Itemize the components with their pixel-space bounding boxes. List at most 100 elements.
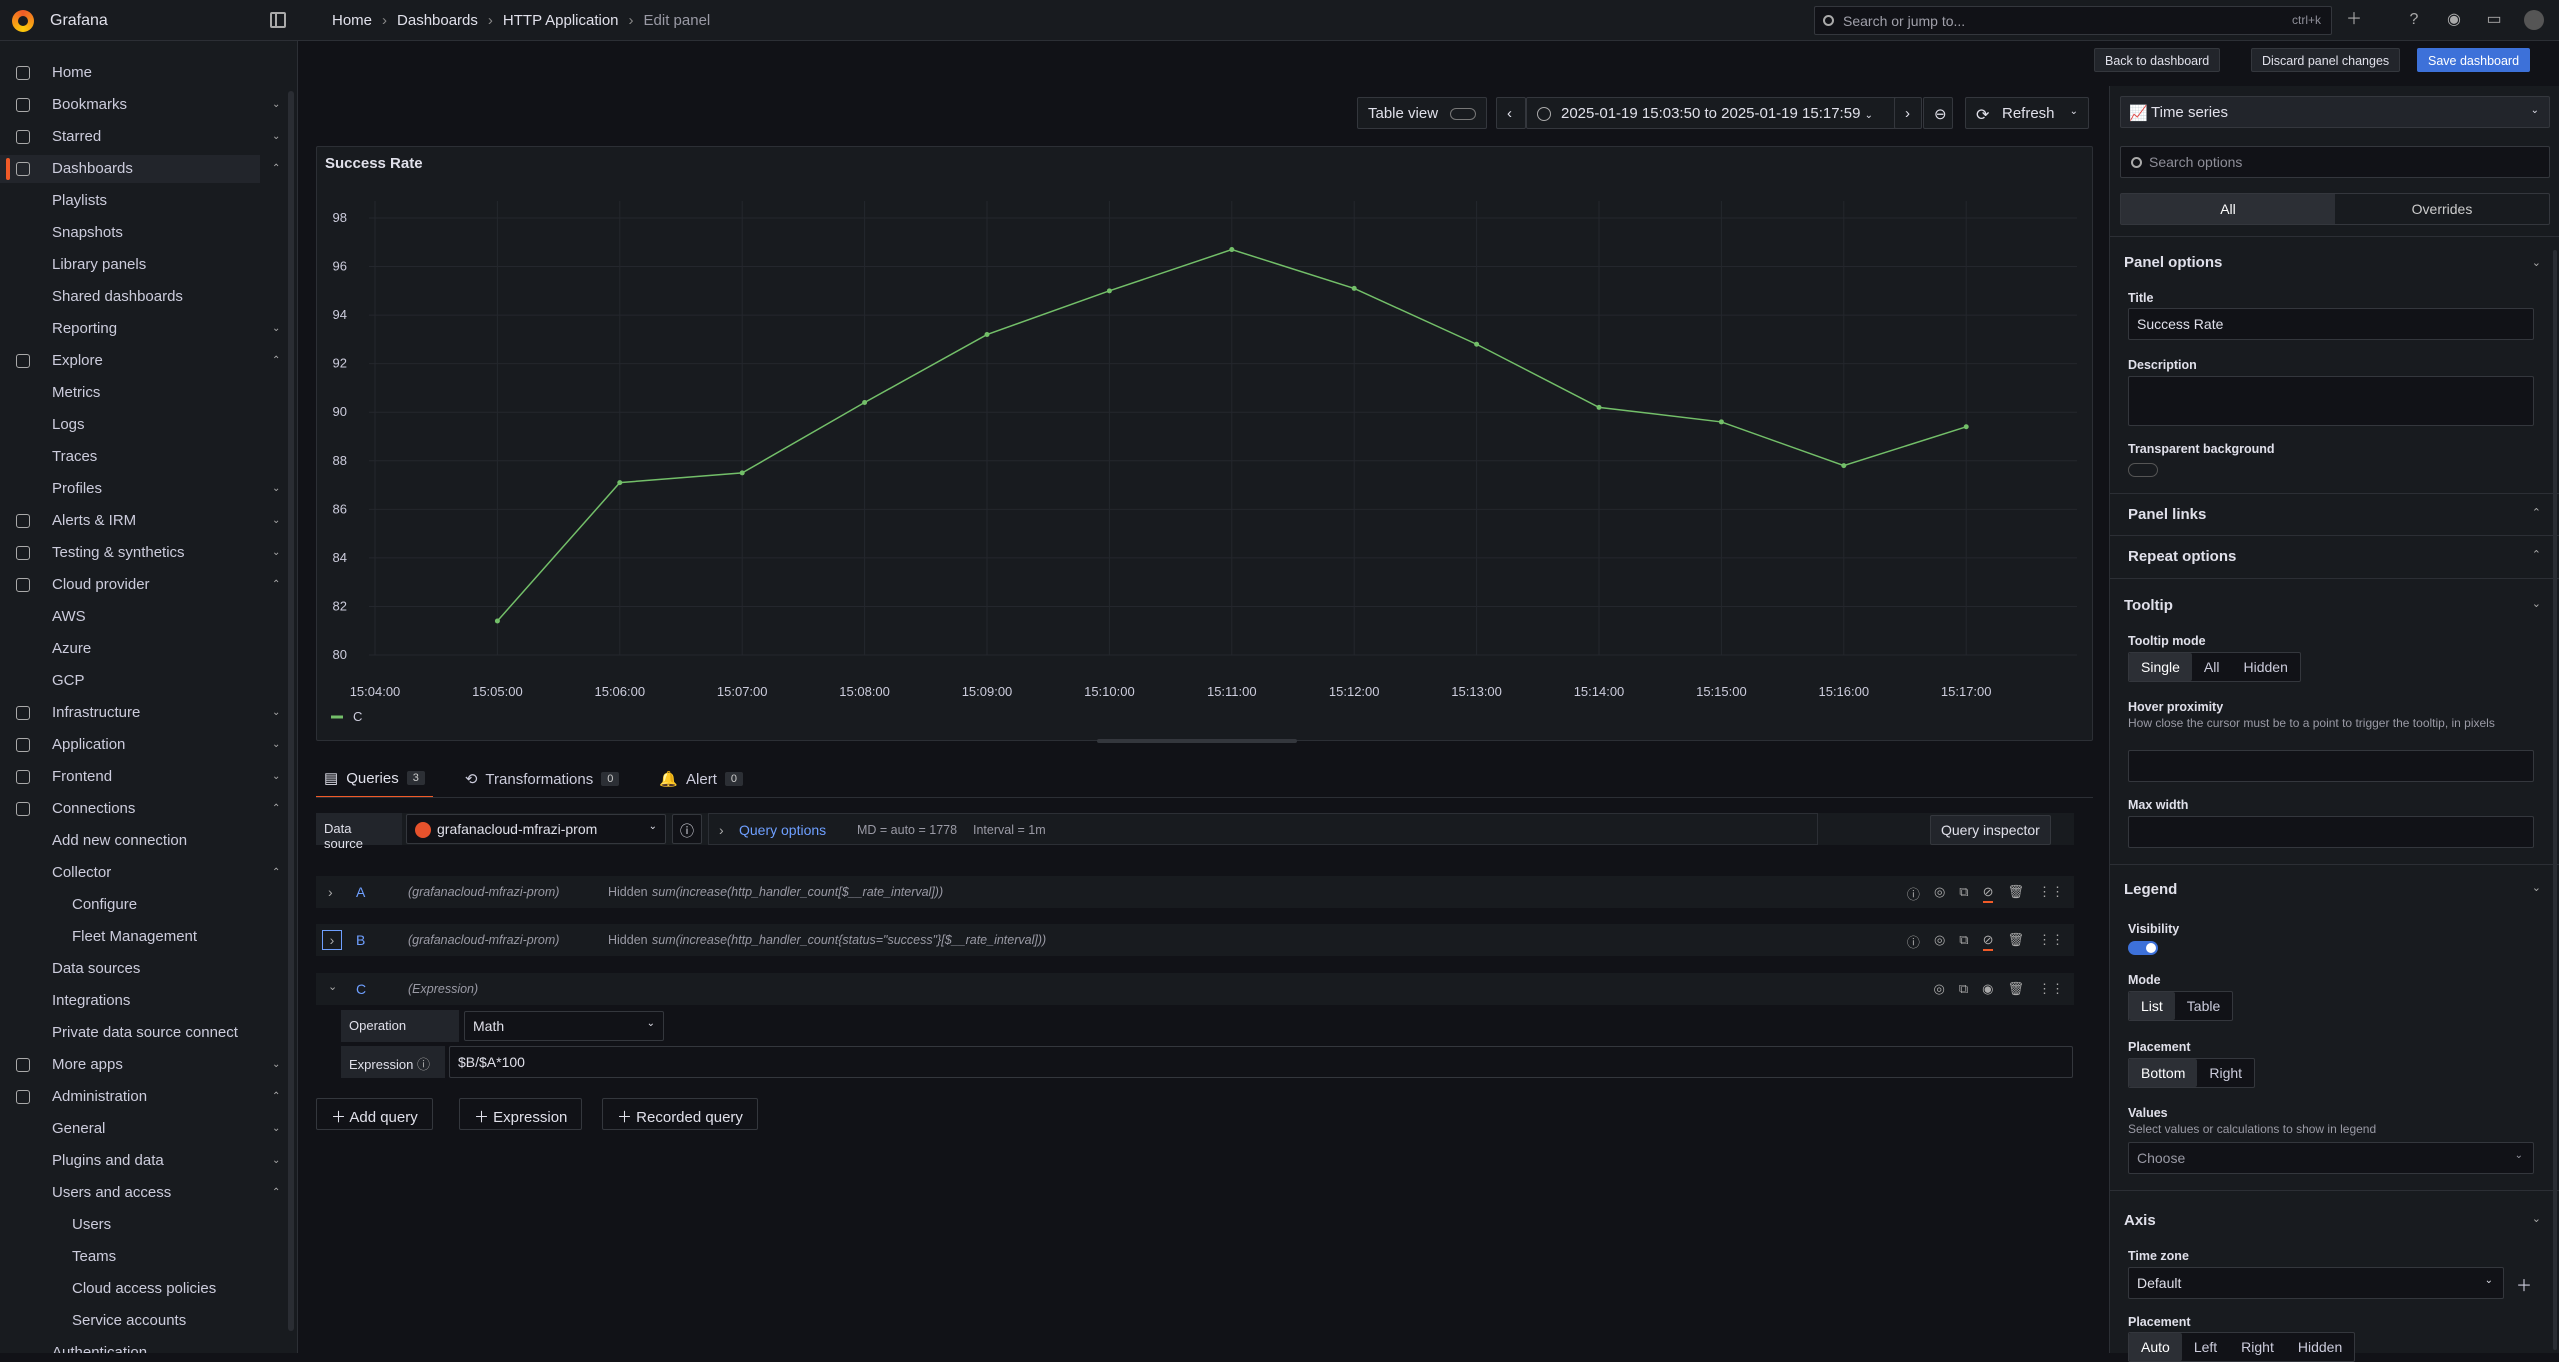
sidebar-item-traces[interactable]: Traces: [0, 443, 290, 471]
trash-icon[interactable]: 🗑: [2007, 932, 2024, 951]
trash-icon[interactable]: 🗑: [2007, 981, 2024, 997]
tooltip-mode-all[interactable]: All: [2192, 653, 2232, 681]
legend-mode-list[interactable]: List: [2129, 992, 2175, 1020]
chevron-down-icon[interactable]: ⌄: [272, 731, 280, 759]
help-icon[interactable]: ?: [2404, 10, 2424, 30]
sidebar-item-more-apps[interactable]: More apps ⌄: [0, 1051, 290, 1079]
sidebar-item-dashboards[interactable]: Dashboards ⌃: [0, 155, 280, 183]
tab-all[interactable]: All: [2121, 194, 2335, 224]
query-options-link[interactable]: Query options: [739, 822, 826, 838]
zoom-out-button[interactable]: ⊖: [1923, 97, 1953, 129]
discard-changes-button[interactable]: Discard panel changes: [2251, 48, 2401, 72]
sidebar-item-configure[interactable]: Configure: [0, 891, 290, 919]
sidebar-item-teams[interactable]: Teams: [0, 1243, 290, 1271]
sidebar-item-playlists[interactable]: Playlists: [0, 187, 290, 215]
panel-links-header[interactable]: Panel links: [2128, 506, 2206, 523]
sidebar-item-snapshots[interactable]: Snapshots: [0, 219, 290, 247]
legend-placement-bottom[interactable]: Bottom: [2129, 1059, 2198, 1087]
query-row-c[interactable]: ⌄ C (Expression) ◎ ⧉ ◉ 🗑 ⋮⋮: [316, 973, 2074, 1005]
axis-placement-right[interactable]: Right: [2229, 1333, 2286, 1361]
duplicate-icon[interactable]: ⧉: [1959, 932, 1968, 951]
sidebar-item-alerts-irm[interactable]: Alerts & IRM ⌄: [0, 507, 290, 535]
values-select[interactable]: Choose ⌄: [2128, 1142, 2534, 1174]
chevron-down-icon[interactable]: ⌄: [272, 91, 280, 119]
tab-queries[interactable]: ▤ Queries 3: [316, 760, 433, 798]
sidebar-item-profiles[interactable]: Profiles ⌄: [0, 475, 290, 503]
transparent-toggle[interactable]: [2128, 463, 2158, 477]
add-expression-button[interactable]: ＋ Expression: [459, 1098, 583, 1130]
chevron-down-icon[interactable]: ⌄: [272, 539, 280, 567]
sidebar-item-library-panels[interactable]: Library panels: [0, 251, 290, 279]
query-row-a[interactable]: › A (grafanacloud-mfrazi-prom) Hidden su…: [316, 876, 2074, 908]
chevron-down-icon[interactable]: ⌄: [272, 1115, 280, 1143]
add-recorded-query-button[interactable]: ＋ Recorded query: [602, 1098, 758, 1130]
description-input[interactable]: [2128, 376, 2534, 426]
sidebar-item-service-accounts[interactable]: Service accounts: [0, 1307, 290, 1335]
chevron-down-icon[interactable]: ⌄: [272, 475, 280, 503]
chevron-down-icon[interactable]: ⌄: [272, 1147, 280, 1175]
sidebar-item-add-new-connection[interactable]: Add new connection: [0, 827, 290, 855]
chevron-down-icon[interactable]: ⌄: [272, 1051, 280, 1079]
help-icon[interactable]: ⓘ: [1907, 932, 1920, 951]
table-view-toggle[interactable]: Table view: [1357, 97, 1487, 129]
time-forward-button[interactable]: ›: [1894, 97, 1922, 129]
sidebar-item-metrics[interactable]: Metrics: [0, 379, 290, 407]
duplicate-icon[interactable]: ⧉: [1959, 884, 1968, 903]
sidebar-item-connections[interactable]: Connections ⌃: [0, 795, 290, 823]
sidebar-item-general[interactable]: General ⌄: [0, 1115, 290, 1143]
chevron-up-icon[interactable]: ⌃: [272, 1083, 280, 1111]
max-width-input[interactable]: [2128, 816, 2534, 848]
time-zone-select[interactable]: Default ⌄: [2128, 1267, 2504, 1299]
chevron-up-icon[interactable]: ⌃: [272, 155, 280, 183]
query-inspector-button[interactable]: Query inspector: [1930, 815, 2051, 845]
sidebar-item-private-data-source-connect[interactable]: Private data source connect: [0, 1019, 290, 1047]
panel-resize-handle[interactable]: [1097, 739, 1297, 743]
chevron-up-icon[interactable]: ⌃: [272, 795, 280, 823]
axis-placement-auto[interactable]: Auto: [2129, 1333, 2182, 1361]
eye-icon[interactable]: ◉: [1982, 981, 1993, 997]
add-time-zone-icon[interactable]: ＋: [2516, 1272, 2532, 1296]
sidebar-item-administration[interactable]: Administration ⌃: [0, 1083, 290, 1111]
eye-off-icon[interactable]: ⊘: [1982, 932, 1994, 951]
time-range-picker[interactable]: 2025-01-19 15:03:50 to 2025-01-19 15:17:…: [1526, 97, 1906, 129]
help-icon[interactable]: ⓘ: [1907, 884, 1920, 903]
panel-options-header[interactable]: Panel options: [2124, 254, 2222, 271]
sidebar-item-explore[interactable]: Explore ⌃: [0, 347, 290, 375]
sidebar-item-users[interactable]: Users: [0, 1211, 290, 1239]
dock-menu-icon[interactable]: [270, 12, 286, 28]
axis-placement-hidden[interactable]: Hidden: [2286, 1333, 2354, 1361]
chevron-up-icon[interactable]: ⌃: [272, 859, 280, 887]
sidebar-item-collector[interactable]: Collector ⌃: [0, 859, 290, 887]
chevron-up-icon[interactable]: ⌃: [272, 1179, 280, 1207]
add-icon[interactable]: ＋: [2344, 10, 2364, 30]
chevron-up-icon[interactable]: ⌃: [272, 571, 280, 599]
back-to-dashboard-button[interactable]: Back to dashboard: [2094, 48, 2221, 72]
drag-handle-icon[interactable]: ⋮⋮: [2038, 932, 2064, 951]
query-row-b[interactable]: › B (grafanacloud-mfrazi-prom) Hidden su…: [316, 924, 2074, 956]
chevron-down-icon[interactable]: ⌄: [272, 123, 280, 151]
avatar[interactable]: [2524, 10, 2544, 30]
expand-icon[interactable]: ›: [322, 930, 342, 950]
axis-header[interactable]: Axis: [2124, 1212, 2156, 1229]
sidebar-item-frontend[interactable]: Frontend ⌄: [0, 763, 290, 791]
chevron-up-icon[interactable]: ⌃: [272, 347, 280, 375]
grafana-logo[interactable]: [12, 10, 34, 32]
sidebar-item-cloud-provider[interactable]: Cloud provider ⌃: [0, 571, 290, 599]
sidebar-item-authentication[interactable]: Authentication: [0, 1339, 290, 1353]
sidebar-scrollbar[interactable]: [288, 91, 294, 1331]
sidebar-item-plugins-and-data[interactable]: Plugins and data ⌄: [0, 1147, 290, 1175]
add-query-button[interactable]: ＋ Add query: [316, 1098, 433, 1130]
kiosk-icon[interactable]: ▭: [2484, 10, 2504, 30]
legend-placement-right[interactable]: Right: [2197, 1059, 2254, 1087]
sidebar-item-users-and-access[interactable]: Users and access ⌃: [0, 1179, 290, 1207]
breadcrumb-home[interactable]: Home: [332, 12, 372, 29]
sidebar-item-logs[interactable]: Logs: [0, 411, 290, 439]
sidebar-item-azure[interactable]: Azure: [0, 635, 290, 663]
title-input[interactable]: Success Rate: [2128, 308, 2534, 340]
options-scrollbar[interactable]: [2553, 250, 2557, 1350]
news-icon[interactable]: ◉: [2444, 10, 2464, 30]
legend-mode-table[interactable]: Table: [2175, 992, 2232, 1020]
sidebar-item-fleet-management[interactable]: Fleet Management: [0, 923, 290, 951]
sidebar-item-cloud-access-policies[interactable]: Cloud access policies: [0, 1275, 290, 1303]
sidebar-item-application[interactable]: Application ⌄: [0, 731, 290, 759]
